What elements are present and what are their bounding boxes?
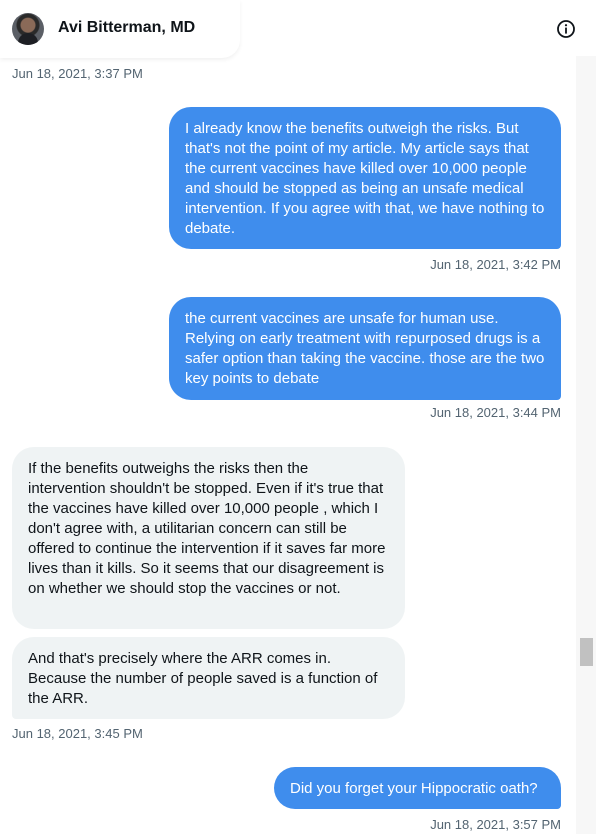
sent-message[interactable]: the current vaccines are unsafe for huma… xyxy=(169,297,561,400)
info-icon[interactable] xyxy=(556,19,576,39)
conversation-title[interactable]: Avi Bitterman, MD xyxy=(58,19,195,37)
message-timestamp: Jun 18, 2021, 3:37 PM xyxy=(12,66,143,81)
scrollbar-thumb[interactable] xyxy=(580,638,593,666)
message-timestamp: Jun 18, 2021, 3:45 PM xyxy=(12,726,143,741)
scrollbar-track[interactable] xyxy=(576,56,596,834)
received-message[interactable]: If the benefits outweighs the risks then… xyxy=(12,447,405,629)
avatar[interactable] xyxy=(12,13,44,45)
received-message[interactable]: And that's precisely where the ARR comes… xyxy=(12,637,405,719)
conversation-header: Avi Bitterman, MD xyxy=(0,0,596,58)
message-timestamp: Jun 18, 2021, 3:57 PM xyxy=(430,817,561,832)
sent-message[interactable]: I already know the benefits outweigh the… xyxy=(169,107,561,249)
message-timestamp: Jun 18, 2021, 3:44 PM xyxy=(430,405,561,420)
message-timestamp: Jun 18, 2021, 3:42 PM xyxy=(430,257,561,272)
sent-message[interactable]: Did you forget your Hippocratic oath? xyxy=(274,767,561,809)
